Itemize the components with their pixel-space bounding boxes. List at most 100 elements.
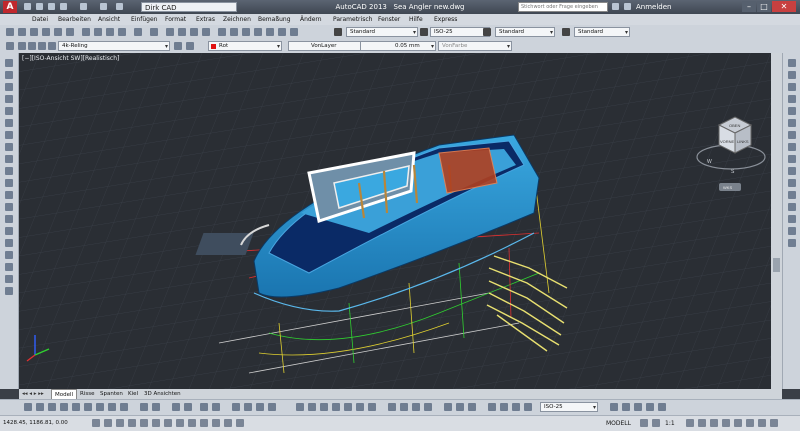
spline-icon[interactable] — [5, 155, 13, 163]
tool-palettes-icon[interactable] — [242, 28, 250, 36]
tab-3d-ansichten[interactable]: 3D Ansichten — [141, 389, 184, 399]
open-icon[interactable] — [18, 28, 26, 36]
tab-spanten[interactable]: Spanten — [97, 389, 126, 399]
ortho-mode-icon[interactable] — [128, 419, 136, 427]
aligned-dim-icon[interactable] — [36, 403, 44, 411]
drawing-viewport[interactable]: VORNE LINKS OBEN W S WKS [−][ISO-Ansicht… — [19, 53, 771, 389]
sun-icon[interactable] — [28, 42, 36, 50]
ucs-object-icon[interactable] — [658, 403, 666, 411]
object-snap-tracking-icon[interactable] — [176, 419, 184, 427]
vertical-scrollbar[interactable] — [771, 53, 782, 389]
scale-icon[interactable] — [788, 143, 796, 151]
plot-icon[interactable] — [42, 28, 50, 36]
menu-parametrisch[interactable]: Parametrisch — [333, 14, 372, 25]
construction-line-icon[interactable] — [5, 71, 13, 79]
quick-view-drawings-icon[interactable] — [652, 419, 660, 427]
polar-tracking-icon[interactable] — [140, 419, 148, 427]
loft-icon[interactable] — [332, 403, 340, 411]
quick-view-layouts-icon[interactable] — [640, 419, 648, 427]
menu-ansicht[interactable]: Ansicht — [98, 14, 120, 25]
model-space-toggle[interactable]: MODELL — [606, 418, 631, 429]
center-mark-icon[interactable] — [184, 403, 192, 411]
fly-icon[interactable] — [468, 403, 476, 411]
visual-style-icon[interactable] — [524, 403, 532, 411]
stretch-icon[interactable] — [788, 155, 796, 163]
insert-block-icon[interactable] — [5, 191, 13, 199]
tab-modell[interactable]: Modell — [51, 389, 78, 399]
search-input[interactable] — [518, 2, 608, 12]
minimize-button[interactable]: – — [742, 1, 756, 12]
trim-icon[interactable] — [788, 167, 796, 175]
lights-icon[interactable] — [512, 403, 520, 411]
menu-einfuegen[interactable]: Einfügen — [131, 14, 157, 25]
linear-dim-icon[interactable] — [24, 403, 32, 411]
angular-dim-icon[interactable] — [108, 403, 116, 411]
menu-format[interactable]: Format — [165, 14, 186, 25]
dim-edit-icon[interactable] — [200, 403, 208, 411]
publish-icon[interactable] — [66, 28, 74, 36]
ellipse-icon[interactable] — [5, 167, 13, 175]
dynamic-ucs-icon[interactable] — [188, 419, 196, 427]
radius-dim-icon[interactable] — [72, 403, 80, 411]
polyline-icon[interactable] — [5, 83, 13, 91]
autoscale-icon[interactable] — [698, 419, 706, 427]
scrollbar-thumb[interactable] — [773, 258, 780, 272]
object-snap-icon[interactable] — [152, 419, 160, 427]
point-icon[interactable] — [5, 215, 13, 223]
clean-screen-icon[interactable] — [770, 419, 778, 427]
cut-icon[interactable] — [82, 28, 90, 36]
app-logo-icon[interactable]: A — [3, 1, 17, 13]
viewport-controls-label[interactable]: [−][ISO-Ansicht SW][Realistisch] — [22, 55, 119, 62]
ordinate-dim-icon[interactable] — [60, 403, 68, 411]
region-icon[interactable] — [5, 251, 13, 259]
undo-icon[interactable] — [134, 28, 142, 36]
sweep-icon[interactable] — [320, 403, 328, 411]
hatch-icon[interactable] — [5, 227, 13, 235]
save-icon[interactable] — [48, 3, 55, 10]
cylinder-icon[interactable] — [400, 403, 408, 411]
join-icon[interactable] — [788, 203, 796, 211]
grid-display-icon[interactable] — [116, 419, 124, 427]
menu-fenster[interactable]: Fenster — [378, 14, 400, 25]
gradient-icon[interactable] — [5, 239, 13, 247]
annotation-scale[interactable]: 1:1 — [665, 418, 675, 429]
viewcube-face-front[interactable]: VORNE — [720, 139, 735, 144]
help-icon[interactable] — [290, 28, 298, 36]
isolate-objects-icon[interactable] — [746, 419, 754, 427]
3d-object-snap-icon[interactable] — [164, 419, 172, 427]
make-block-icon[interactable] — [5, 203, 13, 211]
tab-nav-first[interactable]: ◂◂ ◂ ▸ ▸▸ — [19, 389, 47, 399]
status-bar-menu-icon[interactable] — [758, 419, 766, 427]
snap-mode-icon[interactable] — [104, 419, 112, 427]
plot-icon[interactable] — [80, 3, 87, 10]
arc-length-icon[interactable] — [48, 403, 56, 411]
annotation-visibility-icon[interactable] — [686, 419, 694, 427]
saveas-icon[interactable] — [60, 3, 67, 10]
signin-button[interactable]: Anmelden — [636, 1, 671, 13]
menu-datei[interactable]: Datei — [32, 14, 48, 25]
explode-icon[interactable] — [788, 239, 796, 247]
chamfer-icon[interactable] — [788, 215, 796, 223]
make-current-icon[interactable] — [174, 42, 182, 50]
preview-icon[interactable] — [54, 28, 62, 36]
extend-icon[interactable] — [788, 179, 796, 187]
quick-dim-icon[interactable] — [120, 403, 128, 411]
union-icon[interactable] — [344, 403, 352, 411]
lightbulb-icon[interactable] — [18, 42, 26, 50]
sheetset-icon[interactable] — [254, 28, 262, 36]
menu-express[interactable]: Express — [434, 14, 457, 25]
redo-icon[interactable] — [150, 28, 158, 36]
layer-manager-icon[interactable] — [6, 42, 14, 50]
zoom-window-icon[interactable] — [190, 28, 198, 36]
fillet-icon[interactable] — [788, 227, 796, 235]
extrude-icon[interactable] — [296, 403, 304, 411]
transparency-icon[interactable] — [224, 419, 232, 427]
revcloud-icon[interactable] — [5, 143, 13, 151]
break-icon[interactable] — [788, 191, 796, 199]
dim-text-edit-icon[interactable] — [212, 403, 220, 411]
tab-risse[interactable]: Risse — [77, 389, 97, 399]
tab-kiel[interactable]: Kiel — [125, 389, 141, 399]
paste-icon[interactable] — [106, 28, 114, 36]
hardware-acceleration-icon[interactable] — [734, 419, 742, 427]
match-properties-icon[interactable] — [118, 28, 126, 36]
